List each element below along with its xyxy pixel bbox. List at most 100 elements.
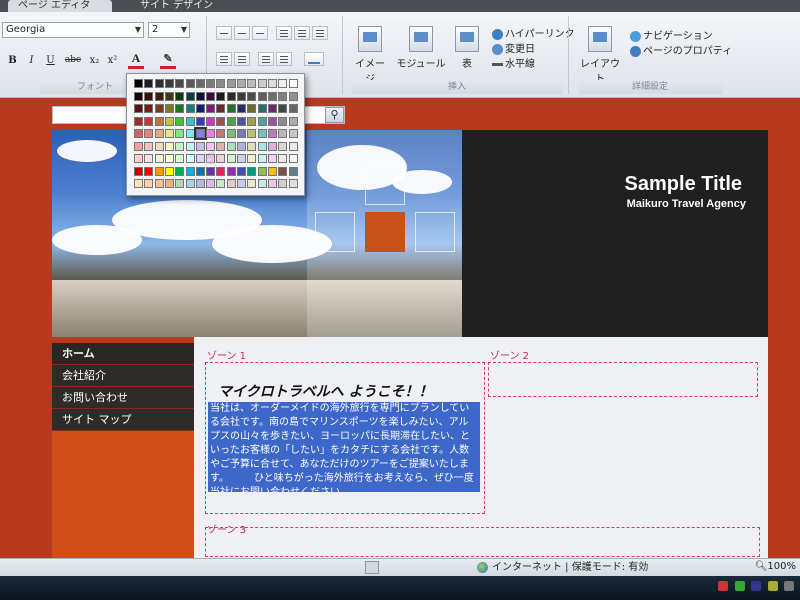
tray-icon[interactable] [734,581,745,591]
color-swatch[interactable] [247,154,257,163]
color-swatch[interactable] [247,129,257,138]
tab-site-design[interactable]: サイト デザイン [130,0,230,12]
color-swatch[interactable] [267,179,277,188]
color-swatch[interactable] [257,129,267,138]
color-swatch[interactable] [247,104,257,113]
color-swatch[interactable] [175,166,185,176]
color-swatch[interactable] [237,141,246,151]
color-swatch[interactable] [195,141,205,151]
color-swatch[interactable] [206,91,216,101]
bold-button[interactable]: B [5,52,20,67]
color-swatch[interactable] [154,104,164,113]
color-swatch[interactable] [144,141,154,151]
nav-item-sitemap[interactable]: サイト マップ [52,409,194,431]
color-swatch[interactable] [257,91,267,101]
color-swatch[interactable] [154,79,164,88]
color-swatch[interactable] [216,79,226,88]
nav-item-about[interactable]: 会社紹介 [52,365,194,387]
underline-button[interactable]: U [43,52,58,67]
tray-icon[interactable] [718,581,728,591]
superscript-button[interactable]: x² [105,52,120,67]
color-swatch[interactable] [216,104,226,113]
color-swatch[interactable] [278,79,288,88]
color-swatch[interactable] [134,129,143,138]
color-swatch[interactable] [185,104,195,113]
color-swatch[interactable] [216,129,226,138]
intro-text-selected[interactable]: 当社は、オーダーメイドの海外旅行を専門にプランしている会社です。南の島でマリンス… [208,402,480,492]
color-swatch[interactable] [257,166,267,176]
color-swatch[interactable] [288,116,298,126]
tab-page-editor[interactable]: ページ エディタ [8,0,112,12]
color-swatch[interactable] [267,116,277,126]
tray-icon[interactable] [751,581,761,591]
color-swatch[interactable] [185,91,195,101]
color-swatch[interactable] [247,91,257,101]
cut-icon[interactable] [216,26,232,40]
highlight-button[interactable]: ✎ [160,51,176,69]
color-swatch[interactable] [185,116,195,126]
color-swatch[interactable] [175,141,185,151]
strikethrough-button[interactable]: abc [62,52,84,67]
zone-2[interactable] [488,362,758,397]
color-swatch[interactable] [226,91,236,101]
color-swatch[interactable] [237,79,246,88]
copy-icon[interactable] [234,26,250,40]
color-swatch[interactable] [288,79,298,88]
color-swatch[interactable] [278,116,288,126]
color-swatch[interactable] [144,166,154,176]
color-swatch[interactable] [154,129,164,138]
color-swatch[interactable] [226,116,236,126]
color-swatch[interactable] [175,179,185,188]
layout-button[interactable]: レイアウト [578,26,622,85]
color-swatch[interactable] [247,116,257,126]
color-swatch[interactable] [278,179,288,188]
color-swatch[interactable] [154,116,164,126]
color-swatch[interactable] [226,179,236,188]
insert-table-button[interactable]: 表 [454,26,480,76]
italic-button[interactable]: I [24,52,39,67]
color-swatch[interactable] [267,166,277,176]
insert-updated-date-button[interactable]: 変更日 [492,43,535,56]
color-swatch[interactable] [154,91,164,101]
color-swatch[interactable] [134,91,143,101]
color-swatch[interactable] [144,104,154,113]
color-swatch[interactable] [288,141,298,151]
color-swatch[interactable] [267,154,277,163]
color-swatch[interactable] [164,141,174,151]
welcome-heading[interactable]: マイクロトラベルへ ようこそ！！ [218,381,433,401]
color-swatch[interactable] [226,104,236,113]
font-color-button[interactable]: A [128,51,144,69]
color-swatch[interactable] [257,141,267,151]
tray-icon[interactable] [767,581,778,591]
insert-horizontal-line-button[interactable]: 水平線 [492,58,535,71]
zone-3[interactable] [205,527,760,557]
color-swatch[interactable] [185,79,195,88]
align-right-icon[interactable] [312,26,328,40]
color-swatch[interactable] [288,129,298,138]
color-swatch[interactable] [154,166,164,176]
color-swatch[interactable] [216,154,226,163]
color-swatch[interactable] [175,104,185,113]
color-swatch[interactable] [144,154,154,163]
color-swatch[interactable] [237,154,246,163]
color-swatch[interactable] [175,129,185,138]
color-swatch[interactable] [267,129,277,138]
color-swatch[interactable] [267,79,277,88]
color-swatch[interactable] [206,179,216,188]
subscript-button[interactable]: x₂ [87,52,102,67]
color-swatch[interactable] [247,166,257,176]
color-swatch[interactable] [288,91,298,101]
color-swatch[interactable] [226,129,236,138]
color-swatch[interactable] [164,166,174,176]
color-swatch[interactable] [144,129,154,138]
color-swatch[interactable] [278,91,288,101]
color-swatch[interactable] [206,79,216,88]
color-swatch[interactable] [195,166,205,176]
font-size-select[interactable]: 2 ▼ [148,22,190,38]
color-swatch[interactable] [288,179,298,188]
security-zone[interactable]: インターネット | 保護モード: 有効 [477,561,648,575]
color-swatch[interactable] [216,166,226,176]
color-swatch[interactable] [257,179,267,188]
nav-item-contact[interactable]: お問い合わせ [52,387,194,409]
color-swatch[interactable] [206,129,216,138]
